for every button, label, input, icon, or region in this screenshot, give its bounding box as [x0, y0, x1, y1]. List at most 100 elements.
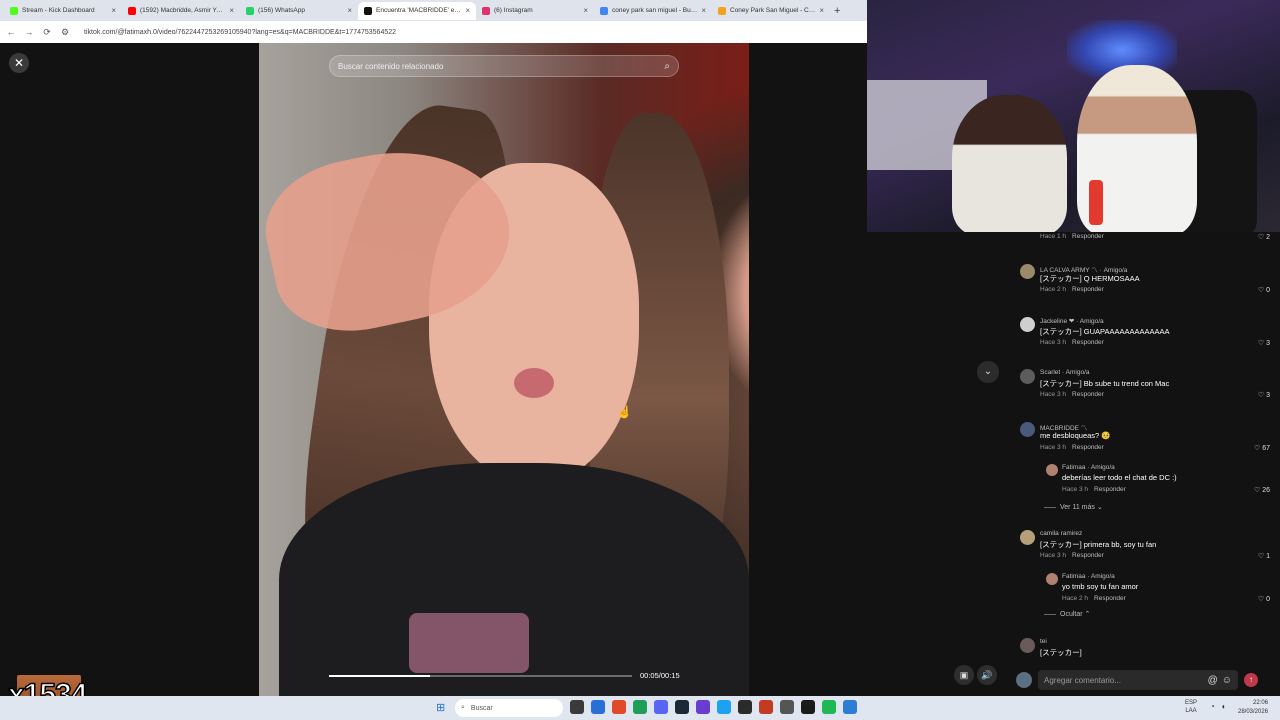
new-tab-button[interactable]: + [834, 5, 840, 17]
related-search-input[interactable] [338, 61, 665, 71]
picture-in-picture-icon[interactable]: ▣ [954, 665, 974, 685]
volume-icon[interactable]: 🔊 [977, 665, 997, 685]
comment-author[interactable]: camila ramirez [1040, 530, 1082, 537]
windows-start-icon[interactable]: ⊞ [436, 702, 448, 714]
avatar[interactable] [1020, 638, 1035, 653]
tab-close-icon[interactable]: × [347, 6, 352, 15]
browser-tab[interactable]: coney park san miguel - Buscar...× [594, 2, 712, 20]
video-player[interactable] [259, 43, 749, 696]
reply-button[interactable]: Responder [1072, 391, 1104, 398]
tab-close-icon[interactable]: × [111, 6, 116, 15]
taskbar-app-icon[interactable] [780, 700, 794, 714]
language-indicator[interactable]: ESP LAA [1185, 699, 1197, 715]
send-button[interactable]: ↑ [1244, 673, 1258, 687]
browser-tab[interactable]: Stream - Kick Dashboard × [4, 2, 122, 20]
clock-time: 22:06 [1253, 700, 1269, 706]
comment-text: yo tmb soy tu fan amor [1062, 582, 1139, 591]
like-button[interactable]: ♡ 3 [1258, 339, 1270, 347]
comment-input-wrap[interactable]: @ ☺ [1038, 670, 1238, 690]
view-more-replies-button[interactable]: Ver 11 más ⌄ [1044, 503, 1103, 511]
like-button[interactable]: ♡ 0 [1258, 595, 1270, 603]
search-icon[interactable]: ⌕ [664, 61, 670, 72]
speaker-icon[interactable]: ◖ [1221, 702, 1226, 711]
lang-bottom: LAA [1185, 708, 1197, 714]
reply-button[interactable]: Responder [1072, 286, 1104, 293]
forward-icon[interactable]: → [24, 27, 34, 37]
tab-close-icon[interactable]: × [465, 6, 470, 15]
avatar[interactable] [1046, 573, 1058, 585]
taskbar-app-icon[interactable] [654, 700, 668, 714]
reply-button[interactable]: Responder [1094, 486, 1126, 493]
like-button[interactable]: ♡ 1 [1258, 552, 1270, 560]
taskbar-app-icon[interactable] [822, 700, 836, 714]
video-progress-fill [329, 675, 430, 677]
comment-time: Hace 3 h [1062, 486, 1089, 493]
like-button[interactable]: ♡ 67 [1254, 444, 1270, 452]
taskbar-app-icon[interactable] [801, 700, 815, 714]
taskbar-app-icon[interactable] [759, 700, 773, 714]
comment-author[interactable]: Jackeline ❤ · Amigo/a [1040, 317, 1104, 325]
reply-button[interactable]: Responder [1072, 444, 1104, 451]
close-icon[interactable]: ✕ [9, 53, 29, 73]
like-button[interactable]: ♡ 3 [1258, 391, 1270, 399]
comments-panel: Hace 1 h Responder ♡ 2 LA CALVA ARMY 〽 · Am… [1010, 232, 1280, 664]
heart-icon: ♡ [1257, 596, 1265, 603]
browser-tab[interactable]: (1592) Macbridde, Asmir Young... × [122, 2, 240, 20]
wifi-icon[interactable]: ◔ [1210, 702, 1215, 711]
address-bar: ← → ⟳ ⚙ tiktok.com/@fatimaxh.0/video/762… [0, 21, 867, 43]
like-button[interactable]: ♡ 26 [1254, 486, 1270, 494]
like-button[interactable]: ♡ 0 [1258, 286, 1270, 294]
video-progress-bar[interactable] [329, 675, 632, 677]
browser-tab[interactable]: Coney Park San Miguel - Coney... × [712, 2, 830, 20]
taskbar-app-icon[interactable] [696, 700, 710, 714]
browser-tab[interactable]: (156) WhatsApp × [240, 2, 358, 20]
mention-icon[interactable]: @ [1208, 675, 1218, 686]
url-text[interactable]: tiktok.com/@fatimaxh.0/video/76224472532… [84, 29, 396, 36]
taskbar-app-icon[interactable] [591, 700, 605, 714]
comment-author[interactable]: tei [1040, 638, 1047, 645]
reply-button[interactable]: Responder [1094, 595, 1126, 602]
taskbar-app-icon[interactable] [738, 700, 752, 714]
related-search-bar[interactable]: ⌕ [329, 55, 679, 77]
taskbar-clock[interactable]: 22:06 28/03/2026 [1238, 699, 1268, 717]
tab-close-icon[interactable]: × [701, 6, 706, 15]
reply-button[interactable]: Responder [1072, 552, 1104, 559]
avatar[interactable] [1046, 464, 1058, 476]
taskbar-search[interactable]: ⌕ Buscar [455, 699, 563, 717]
video-content [514, 368, 554, 398]
tab-favicon-icon [718, 6, 726, 15]
comment-text: [ステッカー] GUAPAAAAAAAAAAAAA [1040, 327, 1170, 336]
reply-button[interactable]: Responder [1072, 339, 1104, 346]
browser-tab[interactable]: Encuentra 'MACBRIDDE' en... × [358, 1, 476, 20]
like-button[interactable]: ♡ 2 [1258, 233, 1270, 241]
taskbar-app-icon[interactable] [612, 700, 626, 714]
tab-close-icon[interactable]: × [583, 6, 588, 15]
avatar[interactable] [1020, 530, 1035, 545]
emoji-icon[interactable]: ☺ [1222, 675, 1232, 686]
avatar[interactable] [1020, 369, 1035, 384]
tab-close-icon[interactable]: × [819, 6, 824, 15]
avatar[interactable] [1020, 317, 1035, 332]
reload-icon[interactable]: ⟳ [42, 27, 52, 38]
taskbar-app-icon[interactable] [675, 700, 689, 714]
taskbar-app-icon[interactable] [633, 700, 647, 714]
back-icon[interactable]: ← [6, 27, 16, 37]
comment-input[interactable] [1044, 675, 1204, 685]
comment-author[interactable]: Fatimaa · Amigo/a [1062, 464, 1115, 471]
comment-meta: Hace 3 h Responder [1062, 486, 1126, 493]
taskbar-app-icon[interactable] [843, 700, 857, 714]
site-info-icon[interactable]: ⚙ [60, 27, 70, 38]
avatar[interactable] [1020, 422, 1035, 437]
taskbar-app-icon[interactable] [570, 700, 584, 714]
taskbar-app-icon[interactable] [717, 700, 731, 714]
chevron-down-icon[interactable]: ⌄ [977, 361, 999, 383]
browser-tab[interactable]: (6) Instagram × [476, 2, 594, 20]
avatar[interactable] [1020, 264, 1035, 279]
tab-close-icon[interactable]: × [229, 6, 234, 15]
comment-author[interactable]: Scarlet · Amigo/a [1040, 369, 1090, 376]
comment-author[interactable]: Fatimaa · Amigo/a [1062, 573, 1115, 580]
reply-button[interactable]: Responder [1072, 233, 1104, 240]
heart-icon: ♡ [1257, 234, 1265, 241]
hide-replies-button[interactable]: Ocultar ⌃ [1044, 610, 1090, 618]
system-tray[interactable]: ◔ ◖ [1210, 702, 1226, 711]
